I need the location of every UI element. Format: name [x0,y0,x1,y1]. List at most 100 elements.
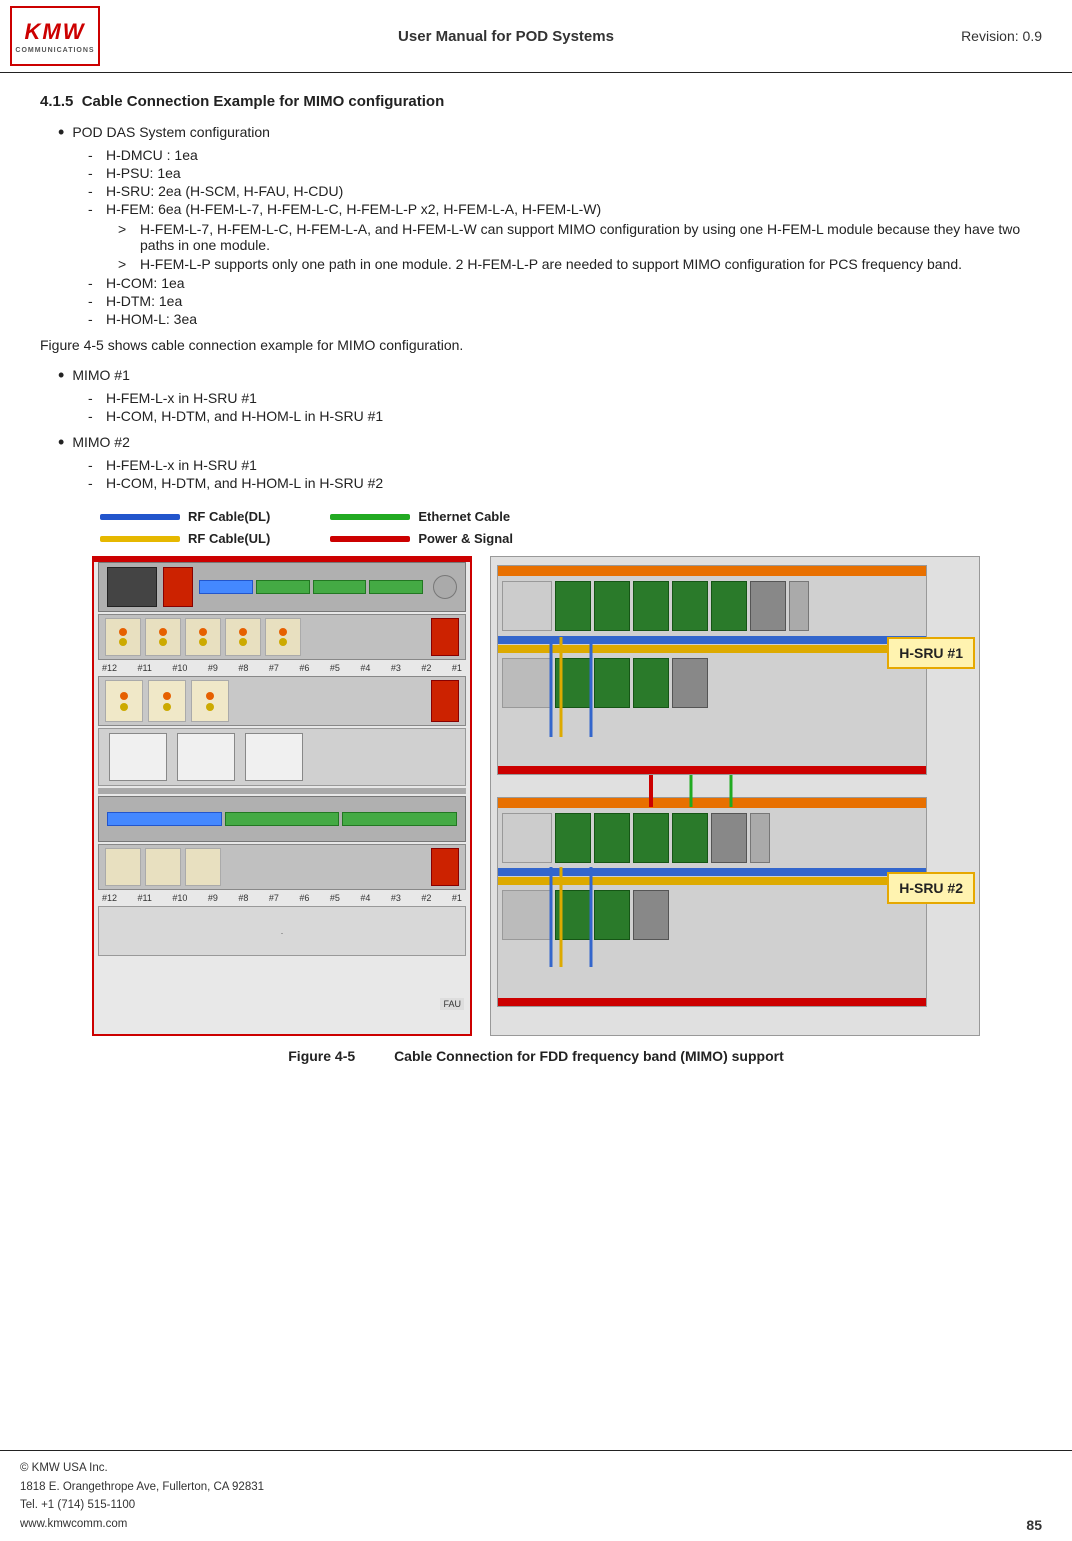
sru2-orange-strip [498,798,926,808]
sru1-red-strip [498,766,926,774]
fem-row-1 [98,614,466,660]
fem-unit-4 [225,618,261,656]
legend-col-right: Ethernet Cable Power & Signal [330,509,513,546]
dash-text-dtm: H-DTM: 1ea [106,293,182,309]
dash-text-com: H-COM: 1ea [106,275,185,291]
fem-dot-y2 [159,638,167,646]
sru1-mod-4 [672,581,708,631]
logo-area: KMW COMMUNICATIONS [10,6,100,66]
fem-bot-2 [145,848,181,886]
legend-power: Power & Signal [330,531,513,546]
ethernet-line [330,514,410,520]
dash-item-hom: - H-HOM-L: 3ea [88,311,1032,327]
sru2-red-strip [498,998,926,1006]
sru1-gray-mod [750,581,786,631]
number-row-2: #12#11#10#9#8#7#6#5#4#3#2#1 [94,892,470,904]
arrow-1: > [118,221,132,237]
bullet-block-1: • POD DAS System configuration - H-DMCU … [58,124,1032,327]
legend-ethernet: Ethernet Cable [330,509,513,524]
logo-kmw: KMW [25,19,86,45]
unit-circle [433,575,457,599]
dash-text-psu: H-PSU: 1ea [106,165,181,181]
fem2-unit-1 [105,680,143,722]
sru2-mod-2 [594,813,630,863]
page-header: KMW COMMUNICATIONS User Manual for POD S… [0,0,1072,73]
logo-box: KMW COMMUNICATIONS [10,6,100,66]
arrow-text-1: H-FEM-L-7, H-FEM-L-C, H-FEM-L-A, and H-F… [140,221,1032,253]
main-content: 4.1.5 Cable Connection Example for MIMO … [0,73,1072,1104]
sru1-mod2-2 [594,658,630,708]
sru1-blue-strip [498,636,926,644]
logo-sub: COMMUNICATIONS [15,47,94,54]
hom-unit-1 [109,733,167,781]
bullet-block-mimo1: • MIMO #1 - H-FEM-L-x in H-SRU #1 - H-CO… [58,367,1032,424]
legend-rf-ul: RF Cable(UL) [100,531,270,546]
right-sru-diagram: H-SRU #1 [490,556,980,1036]
dash-item-psu: - H-PSU: 1ea [88,165,1032,181]
fem-dot-o2 [159,628,167,636]
dash-list-1: - H-DMCU : 1ea - H-PSU: 1ea - H-SRU: 2ea… [88,147,1032,327]
hom-unit-3 [245,733,303,781]
section-heading: Cable Connection Example for MIMO config… [82,93,445,110]
fem2-red [431,680,459,722]
rack-divider [98,788,466,794]
sru1-left-panel [502,581,552,631]
rack-header-unit-2 [98,796,466,842]
hom-row-1 [98,728,466,786]
dash-6: - [88,293,98,309]
dash-item-dtm: - H-DTM: 1ea [88,293,1032,309]
sru1-mod-5 [711,581,747,631]
fem-indicator-red [431,618,459,656]
sub-arrow-1: > H-FEM-L-7, H-FEM-L-C, H-FEM-L-A, and H… [118,221,1032,253]
fem-dot-y4 [239,638,247,646]
sru1-mod-3 [633,581,669,631]
rf-dl-line [100,514,180,520]
sru2-left-panel [502,813,552,863]
fem-bot-3 [185,848,221,886]
sru2-mod-3 [633,813,669,863]
legend-col-left: RF Cable(DL) RF Cable(UL) [100,509,270,546]
sru2-mod-4 [672,813,708,863]
bullet-text-mimo1: MIMO #1 [72,367,130,383]
dash-7: - [88,311,98,327]
figure-ref-text: Figure 4-5 shows cable connection exampl… [40,337,1032,353]
bullet-dot-mimo2: • [58,432,64,453]
mimo2-dash-1: - H-FEM-L-x in H-SRU #1 [88,457,1032,473]
dash-item-com: - H-COM: 1ea [88,275,1032,291]
bullet-text-1: POD DAS System configuration [72,124,270,140]
cable-blue [199,580,253,594]
header-revision: Revision: 0.9 [912,28,1042,44]
dash-text-fem: H-FEM: 6ea (H-FEM-L-7, H-FEM-L-C, H-FEM-… [106,201,601,217]
bullet-dot-1: • [58,122,64,143]
sru2-mod2-gray [633,890,669,940]
dash-item-dmcu: - H-DMCU : 1ea [88,147,1032,163]
sru2-mod-1 [555,813,591,863]
dash-1: - [88,147,98,163]
section-number: 4.1.5 [40,93,73,110]
number-row-1: #12#11#10#9#8#7#6#5#4#3#2#1 [94,662,470,674]
dash-text-hom: H-HOM-L: 3ea [106,311,197,327]
rf-ul-line [100,536,180,542]
legend-area: RF Cable(DL) RF Cable(UL) Ethernet Cable… [100,509,1032,546]
hom-unit-2 [177,733,235,781]
fem2-unit-3 [191,680,229,722]
sru1-mod-1 [555,581,591,631]
footer-address: 1818 E. Orangethrope Ave, Fullerton, CA … [20,1478,264,1496]
dash-text-sru: H-SRU: 2ea (H-SCM, H-FAU, H-CDU) [106,183,343,199]
mimo1-dash-2: - H-COM, H-DTM, and H-HOM-L in H-SRU #1 [88,408,1032,424]
sru1-mod2-1 [555,658,591,708]
sru1-module-row [498,577,926,635]
arrow-text-2: H-FEM-L-P supports only one path in one … [140,256,962,272]
dash-list-mimo1: - H-FEM-L-x in H-SRU #1 - H-COM, H-DTM, … [88,390,1032,424]
sru2-module-row [498,809,926,867]
sub-arrow-list: > H-FEM-L-7, H-FEM-L-C, H-FEM-L-A, and H… [118,221,1032,272]
fem-bot-1 [105,848,141,886]
dash-list-mimo2: - H-FEM-L-x in H-SRU #1 - H-COM, H-DTM, … [88,457,1032,491]
fem-unit-5 [265,618,301,656]
bullet-block-mimo2: • MIMO #2 - H-FEM-L-x in H-SRU #1 - H-CO… [58,434,1032,491]
diagram-area: #12#11#10#9#8#7#6#5#4#3#2#1 [40,556,1032,1036]
footer-website: www.kmwcomm.com [20,1515,264,1533]
rf-ul-label: RF Cable(UL) [188,531,270,546]
fem-dot-o3 [199,628,207,636]
sru2-module-row-2 [498,886,926,944]
